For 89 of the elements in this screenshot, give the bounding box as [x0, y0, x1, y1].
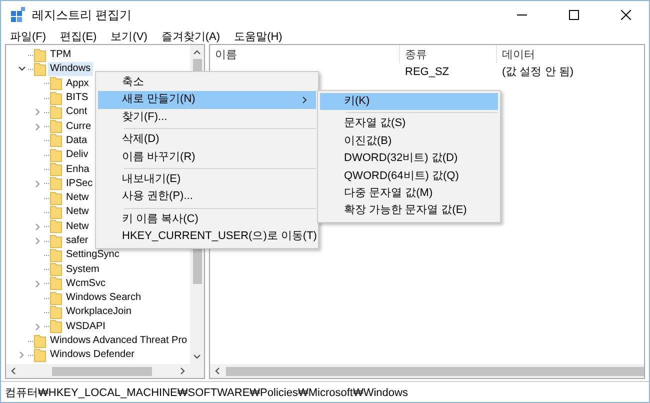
tree-item[interactable]: WorkplaceJoin — [64, 305, 134, 320]
chevron-right-icon[interactable] — [35, 280, 41, 288]
tree-item[interactable]: Cont — [64, 105, 90, 120]
folder-icon — [50, 306, 62, 319]
folder-icon — [50, 192, 62, 205]
folder-icon — [50, 206, 62, 219]
folder-icon — [50, 320, 62, 334]
scroll-left-icon[interactable] — [10, 367, 16, 375]
tree-item[interactable]: Windows Advanced Threat Pro — [48, 334, 190, 348]
chevron-right-icon[interactable] — [35, 322, 41, 331]
chevron-right-icon[interactable] — [35, 180, 41, 188]
folder-icon — [50, 277, 62, 290]
menu-bar-item[interactable]: 파일(F) — [10, 29, 46, 44]
menu-item[interactable]: 삭제(D) — [98, 131, 316, 149]
tree-item[interactable]: Data — [64, 134, 90, 148]
menu-bar-item[interactable]: 편집(E) — [60, 29, 97, 44]
tree-item[interactable]: Windows Defender — [48, 348, 136, 362]
window-title: 레지스트리 편집기 — [32, 6, 132, 24]
menu-bar-item[interactable]: 도움말(H) — [234, 29, 282, 44]
menu-bar-item[interactable]: 즐겨찾기(A) — [161, 29, 220, 44]
menu-item[interactable]: 이진값(B) — [320, 132, 498, 150]
folder-icon — [50, 148, 62, 162]
menu-item[interactable]: 축소 — [98, 74, 316, 92]
column-header[interactable]: 데이터 — [497, 45, 644, 63]
menu-item[interactable]: 확장 가능한 문자열 값(E) — [320, 202, 498, 220]
folder-icon — [50, 92, 62, 105]
tree-item[interactable]: Windows — [48, 62, 93, 76]
folder-icon — [50, 77, 62, 90]
tree-item[interactable]: WSDAPI — [64, 320, 108, 334]
scroll-left-icon[interactable] — [214, 367, 220, 375]
key-path: 컴퓨터₩HKEY_LOCAL_MACHINE₩SOFTWARE₩Policies₩Microsoft₩Windows — [5, 386, 408, 400]
folder-icon — [34, 62, 46, 76]
registry-icon — [10, 7, 26, 23]
chevron-right-icon — [302, 96, 307, 104]
tree-item[interactable]: Netw — [64, 220, 91, 234]
menu-item[interactable]: 사용 권한(P)... — [98, 188, 316, 206]
minimize-icon — [517, 14, 527, 16]
tree-item[interactable]: safer — [64, 234, 90, 248]
horizontal-scrollbar[interactable] — [6, 364, 204, 378]
folder-icon — [50, 134, 62, 148]
menu-item[interactable]: 새로 만들기(N) — [98, 91, 316, 109]
tree-item[interactable]: SettingSync — [64, 248, 122, 262]
column-header[interactable]: 종류 — [400, 45, 497, 63]
column-header[interactable]: 이름 — [210, 45, 400, 63]
tree-item[interactable]: Netw — [64, 205, 91, 220]
tree-item[interactable]: BITS — [64, 91, 90, 106]
chevron-down-icon[interactable] — [18, 66, 26, 72]
folder-icon — [50, 248, 62, 262]
folder-icon — [50, 234, 62, 248]
table-cell-text: (값 설정 안 됨) — [501, 65, 574, 79]
menu-item[interactable]: 이름 바꾸기(R) — [98, 148, 316, 166]
menu-bar-item[interactable]: 보기(V) — [110, 29, 148, 44]
tree-item[interactable]: Windows Search — [64, 291, 144, 306]
tree-item[interactable]: System — [64, 262, 102, 277]
tree-item[interactable]: TPM — [48, 48, 74, 62]
close-icon — [621, 10, 631, 20]
folder-icon — [50, 106, 62, 119]
menu-item[interactable]: QWORD(64비트) 값(Q) — [320, 168, 498, 185]
menu-item[interactable]: 내보내기(E) — [98, 170, 316, 188]
tree-item[interactable]: IPSec — [64, 176, 95, 191]
folder-icon — [34, 48, 46, 62]
folder-icon — [50, 177, 62, 190]
tree-item[interactable]: WcmSvc — [64, 276, 108, 291]
tree-item[interactable]: Deliv — [64, 148, 90, 162]
menu-item[interactable]: 키 이름 복사(C) — [98, 210, 316, 228]
folder-icon — [50, 263, 62, 276]
tree-item[interactable]: Appx — [64, 76, 91, 91]
menu-item[interactable]: DWORD(32비트) 값(D) — [320, 150, 498, 168]
folder-icon — [34, 334, 46, 348]
tree-item[interactable]: Enha — [64, 162, 92, 177]
maximize-icon — [569, 10, 579, 20]
folder-icon — [50, 292, 62, 305]
scroll-down-icon[interactable] — [193, 354, 201, 360]
scroll-right-icon[interactable] — [180, 367, 186, 375]
scroll-up-icon[interactable] — [193, 49, 201, 55]
folder-icon — [50, 163, 62, 176]
folder-icon — [50, 220, 62, 234]
tree-item[interactable]: Netw — [64, 191, 91, 206]
menu-item[interactable]: HKEY_CURRENT_USER(으)로 이동(T) — [98, 228, 316, 246]
horizontal-scrollbar[interactable] — [210, 364, 644, 378]
tree-item[interactable]: Curre — [64, 120, 94, 134]
table-cell-text: REG_SZ — [404, 66, 450, 78]
menu-item[interactable]: 문자열 값(S) — [320, 115, 498, 133]
menu-item[interactable]: 키(K) — [320, 93, 498, 110]
menu-item[interactable]: 찾기(F)... — [98, 108, 316, 126]
folder-icon — [34, 348, 46, 362]
chevron-right-icon[interactable] — [19, 351, 25, 360]
menu-item[interactable]: 다중 문자열 값(M) — [320, 184, 498, 202]
folder-icon — [50, 120, 62, 134]
